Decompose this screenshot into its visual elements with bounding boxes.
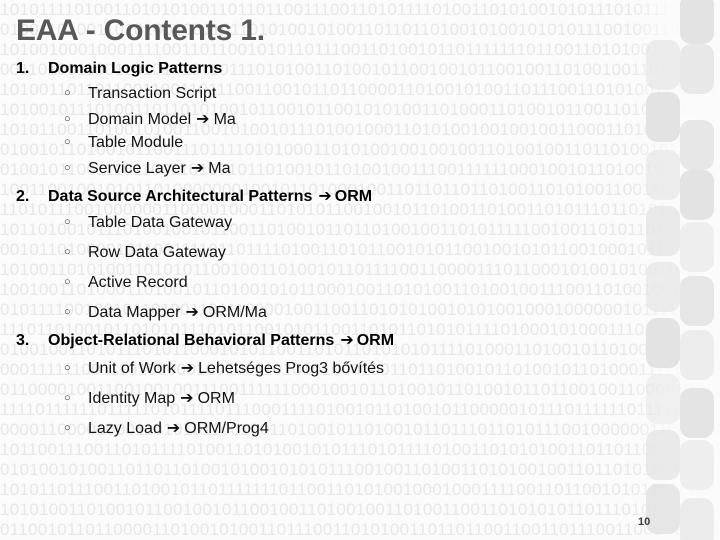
- section-number: 1.: [16, 60, 30, 77]
- section-number: 3.: [16, 332, 30, 349]
- list-item: ○ Table Data Gateway: [64, 214, 232, 232]
- slide-canvas: 1010111101001101010100110110110011100110…: [0, 0, 720, 540]
- section-heading-2: 2. Data Source Architectural Patterns ➔ ORM: [16, 186, 372, 206]
- list-item-label: Identity Map: [88, 390, 176, 407]
- list-item-label: Transaction Script: [88, 85, 217, 102]
- circle-bullet-icon: ○: [64, 216, 71, 228]
- page-title: EAA - Contents 1.: [16, 14, 265, 47]
- list-item: ○ Lazy Load ➔ ORM/Prog4: [64, 418, 269, 438]
- list-item: ○ Domain Model ➔ Ma: [64, 109, 236, 129]
- circle-bullet-icon: ○: [64, 162, 71, 174]
- list-item-label: Table Data Gateway: [88, 214, 233, 231]
- list-item-label: Lazy Load: [88, 420, 162, 437]
- right-arrow-icon: ➔: [180, 388, 194, 407]
- list-item: ○ Service Layer ➔ Ma: [64, 158, 230, 178]
- list-item-suffix: Ma: [213, 111, 236, 128]
- section-heading-label: Data Source Architectural Patterns: [48, 188, 313, 205]
- section-heading-suffix: ORM: [356, 332, 395, 349]
- list-item: ○ Identity Map ➔ ORM: [64, 388, 235, 408]
- right-arrow-icon: ➔: [340, 330, 354, 349]
- list-item-label: Unit of Work: [88, 360, 176, 377]
- circle-bullet-icon: ○: [64, 306, 71, 318]
- right-arrow-icon: ➔: [190, 158, 205, 177]
- list-item-label: Row Data Gateway: [88, 244, 226, 261]
- section-heading-label: Domain Logic Patterns: [48, 60, 223, 77]
- list-item-suffix: Ma: [208, 160, 231, 177]
- list-item-label: Domain Model: [88, 111, 192, 128]
- list-item: ○ Row Data Gateway: [64, 244, 226, 262]
- list-item-label: Data Mapper: [88, 304, 181, 321]
- right-arrow-icon: ➔: [180, 358, 195, 377]
- slide-content: EAA - Contents 1. 1. Domain Logic Pattern…: [0, 0, 720, 540]
- list-item: ○ Data Mapper ➔ ORM/Ma: [64, 302, 267, 322]
- section-heading-suffix: ORM: [334, 188, 373, 205]
- list-item-suffix: Lehetséges Prog3 bővítés: [198, 360, 385, 377]
- list-item-label: Service Layer: [88, 160, 186, 177]
- circle-bullet-icon: ○: [64, 87, 71, 99]
- list-item-suffix: ORM: [197, 390, 235, 407]
- circle-bullet-icon: ○: [64, 422, 71, 434]
- circle-bullet-icon: ○: [64, 392, 71, 404]
- circle-bullet-icon: ○: [64, 113, 71, 125]
- list-item-label: Active Record: [88, 274, 188, 291]
- right-arrow-icon: ➔: [196, 109, 210, 128]
- list-item-label: Table Module: [88, 134, 184, 151]
- slide-number: 10: [638, 516, 651, 528]
- list-item-suffix: ORM/Prog4: [184, 420, 269, 437]
- list-item-suffix: ORM/Ma: [202, 304, 267, 321]
- circle-bullet-icon: ○: [64, 362, 71, 374]
- right-arrow-icon: ➔: [185, 302, 199, 321]
- right-arrow-icon: ➔: [166, 418, 181, 437]
- circle-bullet-icon: ○: [64, 246, 71, 258]
- list-item: ○ Active Record: [64, 274, 188, 292]
- section-number: 2.: [16, 188, 30, 205]
- right-arrow-icon: ➔: [318, 186, 332, 205]
- list-item: ○ Table Module: [64, 134, 183, 152]
- section-heading-3: 3. Object-Relational Behavioral Patterns ➔…: [16, 330, 394, 350]
- list-item: ○ Transaction Script: [64, 85, 216, 103]
- circle-bullet-icon: ○: [64, 136, 71, 148]
- circle-bullet-icon: ○: [64, 276, 71, 288]
- section-heading-label: Object-Relational Behavioral Patterns: [48, 332, 335, 349]
- list-item: ○ Unit of Work ➔ Lehetséges Prog3 bővítés: [64, 358, 384, 378]
- section-heading-1: 1. Domain Logic Patterns: [16, 60, 222, 78]
